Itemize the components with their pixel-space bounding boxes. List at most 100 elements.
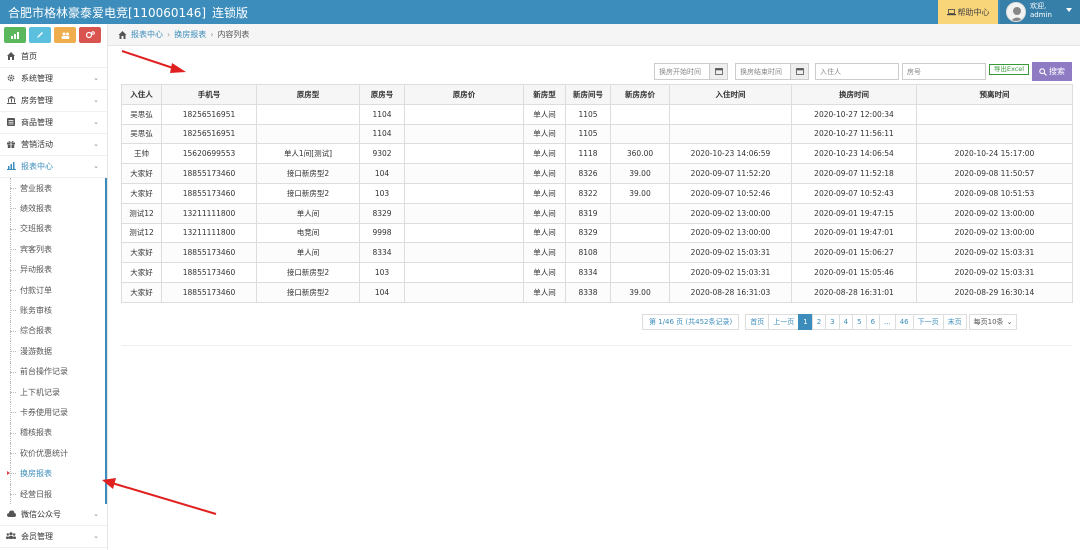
table-cell: 2020-10-23 14:06:59 <box>669 143 792 165</box>
column-header[interactable]: 原房价 <box>404 84 524 105</box>
sidebar-item-reports[interactable]: 报表中心 ⌄ <box>0 156 107 178</box>
table-row[interactable]: 大家好 18855173460 接口新房型2 103 单人间 8322 39.00 2020-… <box>121 182 1073 204</box>
export-excel-button[interactable]: 导出Excel <box>989 64 1029 75</box>
breadcrumb-current: 内容列表 <box>217 30 250 39</box>
table-cell: 单人间 <box>523 262 566 283</box>
submenu-item-active[interactable]: 换房报表 <box>0 463 105 485</box>
submenu-item[interactable]: 漫游数据 <box>0 341 105 362</box>
page-number-button[interactable]: 2 <box>811 314 827 330</box>
submenu-item[interactable]: 砍价优惠统计 <box>0 443 105 464</box>
sidebar-item-members[interactable]: 会员管理 ⌄ <box>0 526 107 549</box>
submenu-item[interactable]: 经营日报 <box>0 483 105 505</box>
table-row[interactable]: 大家好 18855173460 接口新房型2 103 单人间 8334 2020-09-02… <box>121 262 1073 283</box>
table-cell: 单人1间[测试] <box>256 143 360 165</box>
breadcrumb-section[interactable]: 换房报表 <box>174 29 206 40</box>
table-cell: 单人间 <box>523 123 566 145</box>
table-row[interactable]: 吴思弘 18256516951 1104 单人间 1105 2020-10-27 12:0… <box>121 103 1073 125</box>
next-page-button[interactable]: 下一页 <box>912 314 944 330</box>
page-number-button[interactable]: 46 <box>894 314 914 330</box>
divider <box>121 345 1072 346</box>
sidebar-item-home[interactable]: 首页 <box>0 46 107 68</box>
table-header-row: 入住人 手机号 原房型 原房号 原房价 新房型 新房间号 新房房价 入住时间 换… <box>121 84 1073 105</box>
submenu-item[interactable]: 前台操作记录 <box>0 361 105 383</box>
column-header[interactable]: 手机号 <box>161 84 257 105</box>
table-cell: 18256516951 <box>161 123 257 145</box>
column-header[interactable]: 入住人 <box>121 84 162 105</box>
cloud-icon <box>6 510 16 519</box>
table-cell: 王帅 <box>121 143 162 165</box>
guest-input[interactable]: 入住人 <box>815 63 899 80</box>
column-header[interactable]: 原房型 <box>256 84 360 105</box>
column-header[interactable]: 新房型 <box>523 84 566 105</box>
sidebar-item-marketing[interactable]: 营销活动 ⌄ <box>0 134 107 156</box>
table-cell: 单人间 <box>256 202 360 224</box>
submenu-item[interactable]: 宾客列表 <box>0 239 105 260</box>
bar-chart-icon <box>6 161 16 172</box>
submenu-item[interactable]: 营业报表 <box>0 178 105 199</box>
calendar-icon[interactable] <box>791 63 809 80</box>
user-menu[interactable]: 欢迎, admin <box>1000 0 1080 24</box>
help-center-button[interactable]: 帮助中心 <box>938 0 998 24</box>
calendar-icon[interactable] <box>710 63 728 80</box>
page-number-button[interactable]: 5 <box>852 314 867 330</box>
column-header[interactable]: 新房间号 <box>565 84 611 105</box>
table-row[interactable]: 大家好 18855173460 接口新房型2 104 单人间 8326 39.00 2020-… <box>121 163 1073 184</box>
column-header[interactable]: 入住时间 <box>669 84 792 105</box>
sidebar-item-system[interactable]: 系统管理 ⌄ <box>0 68 107 90</box>
submenu-item[interactable]: 综合报表 <box>0 320 105 342</box>
start-time-input[interactable]: 换房开始时间 <box>654 63 710 80</box>
list-icon <box>6 117 16 128</box>
page-number-button[interactable]: 3 <box>825 314 840 330</box>
page-number-button[interactable]: 1 <box>798 314 813 330</box>
column-header[interactable]: 预离时间 <box>916 84 1073 105</box>
table-cell: 104 <box>359 163 405 184</box>
table-cell: 2020-09-01 15:05:46 <box>791 262 917 283</box>
table-cell: 1104 <box>359 103 405 125</box>
help-center-label: 帮助中心 <box>957 7 990 17</box>
table-cell: 接口新房型2 <box>256 281 360 303</box>
sidebar-item-rooms[interactable]: 房务管理 ⌄ <box>0 90 107 112</box>
breadcrumb-home[interactable]: 报表中心 <box>131 29 163 40</box>
bar-chart-icon[interactable] <box>4 27 26 43</box>
submenu-item[interactable]: 上下机记录 <box>0 381 105 403</box>
table-cell: 大家好 <box>121 262 162 283</box>
submenu-item[interactable]: 稽核报表 <box>0 422 105 444</box>
sidebar-item-wechat[interactable]: 微信公众号 ⌄ <box>0 504 107 527</box>
cogs-icon[interactable] <box>79 27 101 43</box>
prev-page-button[interactable]: 上一页 <box>768 314 800 330</box>
last-page-button[interactable]: 末页 <box>942 314 967 330</box>
table-row[interactable]: 大家好 18855173460 单人间 8334 单人间 8108 2020-09-02 1… <box>121 242 1073 264</box>
pencil-icon[interactable] <box>29 27 51 43</box>
column-header[interactable]: 原房号 <box>359 84 405 105</box>
users-icon[interactable] <box>54 27 76 43</box>
table-row[interactable]: 王帅 15620699553 单人1间[测试] 9302 单人间 1118 360.00 20… <box>121 143 1073 165</box>
sidebar-item-goods[interactable]: 商品管理 ⌄ <box>0 112 107 134</box>
page-number-button[interactable]: 6 <box>865 314 881 330</box>
column-header[interactable]: 换房时间 <box>791 84 917 105</box>
table-row[interactable]: 大家好 18855173460 接口新房型2 104 单人间 8338 39.00 2020-… <box>121 281 1073 303</box>
page-number-button[interactable]: 4 <box>838 314 854 330</box>
table-cell: 13211111800 <box>161 222 257 244</box>
submenu-item[interactable]: 付款订单 <box>0 279 105 301</box>
submenu-item[interactable]: 异动报表 <box>0 259 105 281</box>
submenu-item[interactable]: 绩效报表 <box>0 198 105 220</box>
table-row[interactable]: 测试12 13211111800 电竞间 9998 单人间 8329 2020-09-02 … <box>121 222 1073 244</box>
submenu-item[interactable]: 账务审核 <box>0 300 105 322</box>
table-cell: 2020-09-07 11:52:18 <box>791 163 917 184</box>
search-button[interactable]: 搜索 <box>1032 62 1072 81</box>
submenu-item[interactable]: 交班报表 <box>0 218 105 240</box>
table-row[interactable]: 测试12 13211111800 单人间 8329 单人间 8319 2020-09-02 … <box>121 202 1073 224</box>
column-header[interactable]: 新房房价 <box>610 84 670 105</box>
edition-label: 连锁版 <box>212 6 249 20</box>
page-size-select[interactable]: 每页10条 ⌄ <box>968 314 1018 330</box>
table-cell: 2020-09-02 13:00:00 <box>916 202 1073 224</box>
table-cell: 8338 <box>565 281 611 303</box>
table-cell: 2020-09-01 19:47:15 <box>791 202 917 224</box>
submenu-item[interactable]: 卡券使用记录 <box>0 402 105 424</box>
first-page-button[interactable]: 首页 <box>745 314 770 330</box>
room-input[interactable]: 房号 <box>902 63 986 80</box>
table-cell: 39.00 <box>610 163 670 184</box>
table-row[interactable]: 吴思弘 18256516951 1104 单人间 1105 2020-10-27 11:5… <box>121 123 1073 145</box>
end-time-input[interactable]: 换房结束时间 <box>735 63 791 80</box>
username: admin <box>1030 11 1052 19</box>
